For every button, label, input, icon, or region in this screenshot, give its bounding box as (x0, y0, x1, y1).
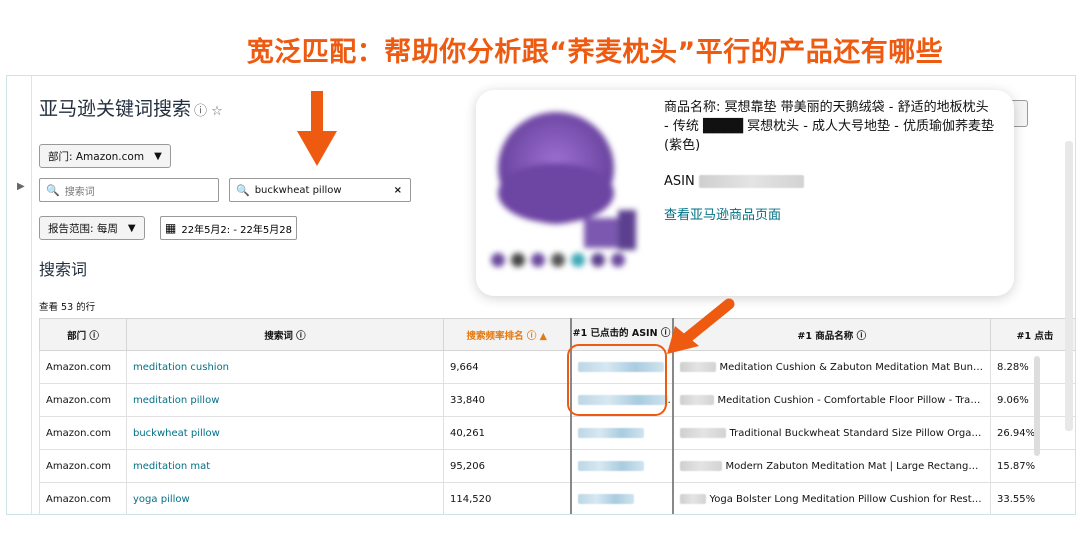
col-header-search-term[interactable]: 搜索词 ⓘ (126, 318, 444, 351)
cell-click-share: 15.87% (990, 449, 1075, 483)
keyword-value: buckwheat pillow (254, 184, 342, 196)
banner-caption: 宽泛匹配：帮助你分析跟“荞麦枕头”平行的产品还有哪些 (246, 37, 944, 68)
cell-department: Amazon.com (39, 482, 127, 514)
cell-click-share: 33.55% (990, 482, 1075, 514)
cell-search-term-link[interactable]: meditation pillow (126, 383, 444, 417)
cell-product-name[interactable]: Yoga Bolster Long Meditation Pillow Cush… (672, 482, 991, 514)
sidebar-divider (31, 76, 32, 514)
search-term-placeholder: 搜索词 (64, 186, 95, 198)
popup-product-name: 商品名称: 冥想靠垫 带美丽的天鹅绒袋 - 舒适的地板枕头 - 传统 ████ … (664, 100, 994, 153)
info-star-icon[interactable]: ⓘ ☆ (194, 104, 223, 119)
cell-rank: 9,664 (443, 350, 571, 384)
table-row: Amazon.com meditation cushion 9,664 Medi… (39, 350, 1075, 384)
table-row: Amazon.com yoga pillow 114,520 Yoga Bols… (39, 482, 1075, 514)
view-product-link[interactable]: 查看亚马逊商品页面 (664, 204, 781, 223)
product-image (491, 112, 636, 267)
date-range-picker[interactable]: ▦ 22年5月2: - 22年5月28 (160, 216, 297, 240)
diagonal-arrow-annotation (667, 298, 735, 354)
report-range-label: 报告范围: 每周 (48, 222, 118, 235)
table-row: Amazon.com meditation pillow 33,840 Medi… (39, 383, 1075, 417)
col-header-click-share[interactable]: #1 点击 (990, 318, 1075, 351)
department-dropdown-label: 部门: Amazon.com (48, 150, 145, 163)
expand-sidebar-icon[interactable]: ▶ (17, 181, 25, 192)
screenshot-root: 宽泛匹配：帮助你分析跟“荞麦枕头”平行的产品还有哪些 ▶ 亚马逊关键词搜索 ⓘ ☆… (0, 0, 1080, 542)
col-header-search-rank[interactable]: 搜索频率排名 ⓘ ▲ (443, 318, 571, 351)
cell-search-term-link[interactable]: buckwheat pillow (126, 416, 444, 450)
page-title-text: 亚马逊关键词搜索 (39, 98, 192, 120)
cell-rank: 114,520 (443, 482, 571, 514)
row-count: 查看 53 的行 (39, 302, 96, 313)
cell-search-term-link[interactable]: yoga pillow (126, 482, 444, 514)
clear-icon[interactable]: × (394, 185, 402, 196)
cell-rank: 33,840 (443, 383, 571, 417)
page-scrollbar[interactable] (1065, 141, 1073, 431)
search-icon: 🔍 (46, 183, 60, 197)
cell-rank: 40,261 (443, 416, 571, 450)
table-scrollbar[interactable] (1034, 356, 1040, 456)
search-term-input[interactable]: 🔍 搜索词 (39, 178, 219, 202)
product-name-text: Modern Zabuton Meditation Mat | Large Re… (725, 460, 991, 472)
cell-department: Amazon.com (39, 449, 127, 483)
product-popup-card: 商品名称: 冥想靠垫 带美丽的天鹅绒袋 - 舒适的地板枕头 - 传统 ████ … (476, 90, 1014, 296)
highlight-oval-annotation (567, 344, 667, 416)
product-name-text: Meditation Cushion - Comfortable Floor P… (717, 394, 991, 406)
cell-product-name[interactable]: Meditation Cushion - Comfortable Floor P… (672, 383, 991, 417)
search-icon: 🔍 (236, 183, 250, 197)
cell-product-name[interactable]: Traditional Buckwheat Standard Size Pill… (672, 416, 991, 450)
popup-asin: ASIN (664, 174, 804, 189)
cell-product-name[interactable]: Modern Zabuton Meditation Mat | Large Re… (672, 449, 991, 483)
calendar-icon: ▦ (165, 221, 177, 235)
cell-asin-redacted[interactable] (569, 482, 674, 514)
cell-search-term-link[interactable]: meditation mat (126, 449, 444, 483)
cell-search-term-link[interactable]: meditation cushion (126, 350, 444, 384)
cell-rank: 95,206 (443, 449, 571, 483)
table-header-row: 部门 ⓘ 搜索词 ⓘ 搜索频率排名 ⓘ ▲ #1 已点击的 ASIN ⓘ #1 … (39, 318, 1075, 351)
report-range-dropdown[interactable]: 报告范围: 每周 ▼ (39, 216, 145, 240)
table-row: Amazon.com buckwheat pillow 40,261 Tradi… (39, 416, 1075, 450)
keyword-input[interactable]: 🔍 buckwheat pillow × (229, 178, 411, 202)
popup-asin-label: ASIN (664, 174, 695, 189)
popup-side-button[interactable] (1012, 100, 1028, 127)
cell-department: Amazon.com (39, 383, 127, 417)
product-name-text: Traditional Buckwheat Standard Size Pill… (729, 427, 991, 439)
product-name-text: Meditation Cushion & Zabuton Meditation … (719, 361, 991, 373)
page-title: 亚马逊关键词搜索 ⓘ ☆ (39, 94, 223, 121)
cell-asin-redacted[interactable] (569, 449, 674, 483)
caret-down-icon: ▼ (154, 150, 162, 162)
search-terms-table: 部门 ⓘ 搜索词 ⓘ 搜索频率排名 ⓘ ▲ #1 已点击的 ASIN ⓘ #1 … (39, 318, 1075, 514)
col-header-department[interactable]: 部门 ⓘ (39, 318, 127, 351)
down-arrow-annotation (297, 91, 337, 166)
section-title: 搜索词 (39, 260, 88, 279)
department-dropdown[interactable]: 部门: Amazon.com ▼ (39, 144, 171, 168)
date-range-text: 22年5月2: - 22年5月28 (181, 224, 292, 236)
cell-department: Amazon.com (39, 416, 127, 450)
table-row: Amazon.com meditation mat 95,206 Modern … (39, 449, 1075, 483)
product-name-text: Yoga Bolster Long Meditation Pillow Cush… (709, 493, 991, 505)
cell-asin-redacted[interactable] (569, 416, 674, 450)
cell-department: Amazon.com (39, 350, 127, 384)
caret-down-icon: ▼ (127, 222, 136, 234)
